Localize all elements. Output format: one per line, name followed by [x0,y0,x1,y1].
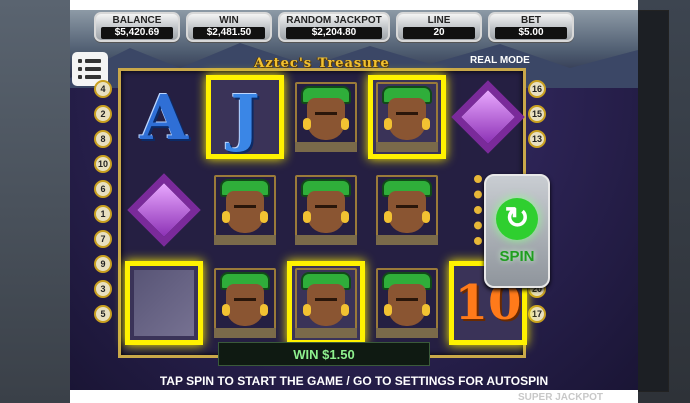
reel-cell [287,168,365,252]
instruction-text: TAP SPIN TO START THE GAME / GO TO SETTI… [159,374,549,388]
payline-badge: 5 [94,305,112,323]
stat-label: BALANCE [112,15,162,26]
aztec-warrior-symbol [214,175,276,245]
aztec-warrior-symbol [376,82,438,152]
reel-cell [287,75,365,159]
mode-label: REAL MODE [470,55,530,66]
stat-value: 20 [402,27,476,39]
stat-line: LINE 20 [396,12,482,42]
side-frame [638,10,669,392]
payline-badge: 10 [94,155,112,173]
q-gem-symbol [451,80,525,154]
reel-cell [449,75,527,159]
stat-balance: BALANCE $5,420.69 [94,12,180,42]
q-gem-symbol [127,173,201,247]
payline-badge: 16 [528,80,546,98]
stats-bar: BALANCE $5,420.69 WIN $2,481.50 RANDOM JACKP… [94,12,614,42]
j-symbol: J [230,80,260,154]
reel-grid: A J 10 [118,68,527,358]
reel-cell [368,168,446,252]
reel-cell [206,261,284,345]
stat-value: $2,204.80 [286,27,382,39]
payline-badge: 6 [94,180,112,198]
payline-badge: 13 [528,130,546,148]
spin-label: SPIN [499,247,535,265]
slot-game: BALANCE $5,420.69 WIN $2,481.50 RANDOM JACKP… [70,10,638,390]
aztec-warrior-symbol [376,175,438,245]
payline-badge: 1 [94,205,112,223]
payline-badge: 9 [94,255,112,273]
aztec-warrior-symbol [214,268,276,338]
stat-label: LINE [427,15,451,26]
stat-label: RANDOM JACKPOT [286,15,382,26]
payline-badge: 2 [94,105,112,123]
stat-bet: BET $5.00 [488,12,574,42]
stat-label: WIN [219,15,239,26]
payline-badge: 17 [528,305,546,323]
aztec-warrior-symbol [295,268,357,338]
stat-label: BET [521,15,541,26]
super-jackpot-label: SUPER JACKPOT [518,392,604,403]
stat-random-jackpot: RANDOM JACKPOT $2,204.80 [278,12,390,42]
paylines-left: 4 2 8 10 6 1 7 9 3 5 [94,80,112,323]
reel-cell [368,75,446,159]
reel-cell: J [206,75,284,159]
aztec-warrior-symbol [376,268,438,338]
reel-cell [287,261,365,345]
stat-value: $5,420.69 [100,27,174,39]
a-symbol: A [139,80,189,154]
reel-cell [368,261,446,345]
payline-badge: 3 [94,280,112,298]
reel-cell [206,168,284,252]
aztec-warrior-symbol [295,82,357,152]
payline-badge: 15 [528,105,546,123]
win-display: WIN $1.50 [218,342,430,366]
payline-badge: 8 [94,130,112,148]
reel-cell [125,261,203,345]
reel-cell: A [125,75,203,159]
aztec-warrior-symbol [295,175,357,245]
payline-badge: 4 [94,80,112,98]
left-backdrop [0,0,70,403]
reel-cell [125,168,203,252]
faded-symbol [134,270,194,336]
stat-win: WIN $2,481.50 [186,12,272,42]
payline-badge: 7 [94,230,112,248]
refresh-icon: ↻ [496,197,538,240]
stat-value: $2,481.50 [192,27,266,39]
spin-button[interactable]: ↻ SPIN [484,174,550,288]
stat-value: $5.00 [494,27,568,39]
